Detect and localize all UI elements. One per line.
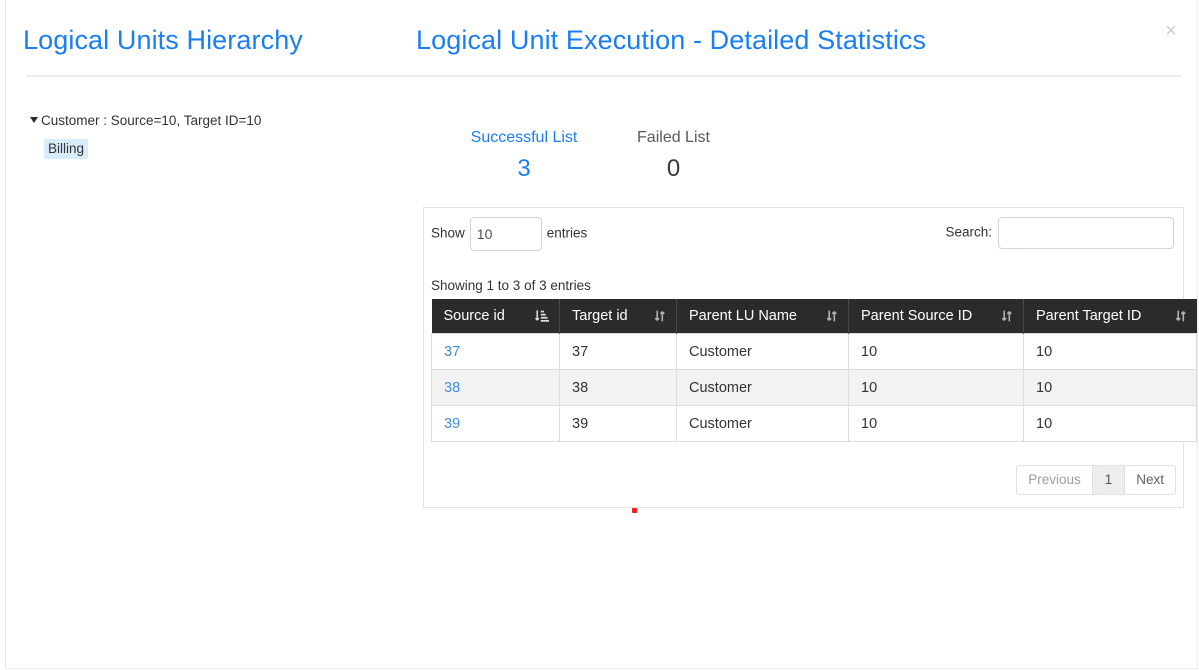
pagination-previous-button[interactable]: Previous (1016, 465, 1093, 495)
sort-both-icon (825, 309, 838, 323)
cell-parent-lu-name: Customer (677, 334, 849, 370)
tree-node-customer[interactable]: Customer : Source=10, Target ID=10 (30, 113, 261, 128)
column-header-parent-source-id-label: Parent Source ID (861, 308, 972, 324)
cell-parent-source-id: 10 (849, 334, 1024, 370)
page-title-statistics: Logical Unit Execution - Detailed Statis… (416, 25, 926, 56)
detailed-statistics-modal: Logical Units Hierarchy Logical Unit Exe… (0, 0, 1199, 670)
cell-parent-target-id: 10 (1024, 370, 1197, 406)
caret-down-icon[interactable] (30, 117, 38, 123)
cell-parent-source-id: 10 (849, 406, 1024, 442)
cell-parent-lu-name: Customer (677, 406, 849, 442)
source-id-link[interactable]: 38 (444, 380, 460, 396)
pagination-next-button[interactable]: Next (1124, 465, 1176, 495)
entries-label: entries (547, 226, 588, 241)
cell-parent-lu-name: Customer (677, 370, 849, 406)
close-icon[interactable]: × (1159, 19, 1183, 43)
table-header-row: Source id (432, 299, 1197, 334)
column-header-parent-target-id[interactable]: Parent Target ID (1024, 299, 1197, 334)
sort-both-icon (653, 309, 666, 323)
source-id-link[interactable]: 39 (444, 416, 460, 432)
show-label: Show (431, 226, 465, 241)
execution-stat-tabs: Successful List 3 Failed List 0 (424, 128, 824, 198)
tab-successful-list-count: 3 (434, 152, 614, 186)
search-control: Search: (945, 217, 1174, 249)
table-body: 37 37 Customer 10 10 38 38 Customer 10 1… (432, 334, 1197, 442)
pagination: Previous 1 Next (1016, 465, 1176, 495)
tree-node-billing[interactable]: Billing (44, 139, 88, 159)
column-header-source-id[interactable]: Source id (432, 299, 560, 334)
tab-successful-list[interactable]: Successful List 3 (434, 128, 614, 186)
column-header-parent-lu-name[interactable]: Parent LU Name (677, 299, 849, 334)
tab-failed-list-count: 0 (596, 152, 751, 186)
successful-list-table-card: Show 102550100 entries Search: Showing 1 t… (423, 207, 1184, 508)
search-input[interactable] (998, 217, 1174, 249)
logical-units-tree: Customer : Source=10, Target ID=10 Billi… (6, 95, 406, 655)
page-title-hierarchy: Logical Units Hierarchy (23, 25, 303, 56)
column-header-parent-source-id[interactable]: Parent Source ID (849, 299, 1024, 334)
table-row: 39 39 Customer 10 10 (432, 406, 1197, 442)
table-row: 37 37 Customer 10 10 (432, 334, 1197, 370)
cell-target-id: 38 (560, 370, 677, 406)
cell-target-id: 37 (560, 334, 677, 370)
sort-both-icon (1174, 309, 1187, 323)
cell-source-id: 37 (432, 334, 560, 370)
entries-length-select[interactable]: 102550100 (470, 217, 542, 251)
search-label: Search: (945, 225, 992, 240)
tab-successful-list-label: Successful List (434, 128, 614, 148)
status-marker-dot (632, 508, 637, 513)
sort-amount-asc-icon (535, 309, 549, 323)
cell-parent-target-id: 10 (1024, 406, 1197, 442)
cell-parent-target-id: 10 (1024, 334, 1197, 370)
cell-source-id: 38 (432, 370, 560, 406)
table-row: 38 38 Customer 10 10 (432, 370, 1197, 406)
sort-both-icon (1000, 309, 1013, 323)
column-header-source-id-label: Source id (444, 308, 505, 324)
datatable-info: Showing 1 to 3 of 3 entries (431, 278, 591, 293)
column-header-target-id-label: Target id (572, 308, 628, 324)
cell-parent-source-id: 10 (849, 370, 1024, 406)
tab-failed-list[interactable]: Failed List 0 (596, 128, 751, 186)
column-header-parent-lu-name-label: Parent LU Name (689, 308, 797, 324)
tree-node-customer-label: Customer : Source=10, Target ID=10 (41, 113, 261, 128)
modal-frame: Logical Units Hierarchy Logical Unit Exe… (5, 0, 1198, 669)
source-id-link[interactable]: 37 (444, 344, 460, 360)
successful-list-table: Source id (431, 299, 1197, 442)
datatable-toolbar: Show102550100entries Search: Showing 1 t… (424, 208, 1183, 260)
modal-header: Logical Units Hierarchy Logical Unit Exe… (6, 0, 1199, 76)
cell-source-id: 39 (432, 406, 560, 442)
cell-target-id: 39 (560, 406, 677, 442)
entries-length-control: Show 102550100 entries (431, 217, 587, 251)
pagination-page-1-button[interactable]: 1 (1092, 465, 1126, 495)
column-header-target-id[interactable]: Target id (560, 299, 677, 334)
header-divider (26, 75, 1181, 77)
tab-failed-list-label: Failed List (596, 128, 751, 148)
column-header-parent-target-id-label: Parent Target ID (1036, 308, 1141, 324)
